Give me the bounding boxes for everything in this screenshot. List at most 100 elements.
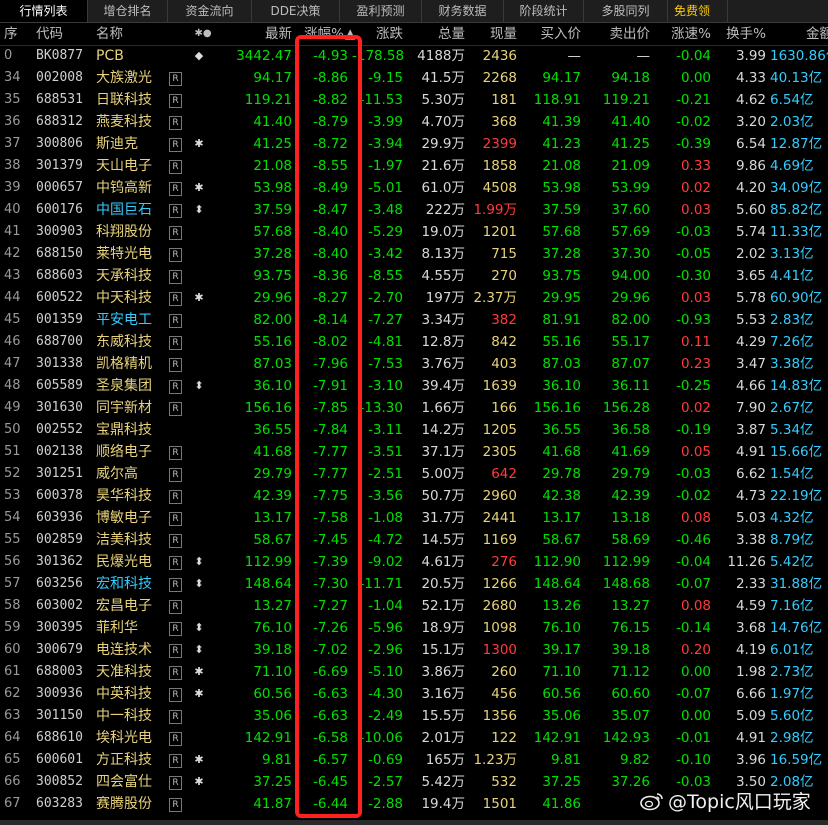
- table-row[interactable]: 62 300936 中英科技 R ✱ 60.56 -6.63 -4.30 3.16万 456 60.…: [0, 683, 828, 705]
- margin-trading-badge: R: [169, 358, 182, 372]
- amount: 1.97亿: [770, 686, 814, 702]
- latest-price: 36.10: [253, 378, 292, 394]
- table-row[interactable]: 46 688700 东威科技 R 55.16 -8.02 -4.81 12.8万 842 55.1…: [0, 331, 828, 353]
- turnover-pct: 11.26: [727, 554, 766, 570]
- margin-trading-badge: R: [169, 710, 182, 724]
- amount: 8.79亿: [770, 532, 814, 548]
- tab-item[interactable]: 阶段统计: [504, 0, 584, 22]
- header-code[interactable]: 代码: [36, 23, 94, 45]
- table-row[interactable]: 60 300679 电连技术 R ⬍ 39.18 -7.02 -2.96 15.1万 1300 39…: [0, 639, 828, 661]
- table-row[interactable]: 53 600378 昊华科技 R 42.39 -7.75 -3.56 50.7万 2960 42.…: [0, 485, 828, 507]
- change-amount: -178.58: [352, 48, 405, 64]
- table-row[interactable]: 43 688603 天承科技 R 93.75 -8.36 -8.55 4.55万 270 93.7…: [0, 265, 828, 287]
- tab-item[interactable]: 财务数据: [422, 0, 504, 22]
- table-row[interactable]: 51 002138 顺络电子 R 41.68 -7.77 -3.51 37.1万 2305 41.…: [0, 441, 828, 463]
- header-index[interactable]: 序: [4, 23, 32, 45]
- header-price[interactable]: 最新: [210, 23, 292, 45]
- turnover-pct: 5.03: [735, 510, 766, 526]
- horizontal-scrollbar[interactable]: [0, 820, 828, 825]
- table-row[interactable]: 0 BK0877 PCB ◆ 3442.47 -4.93 -178.58 4188万 2436 —…: [0, 45, 828, 67]
- bid-price: 58.67: [542, 532, 581, 548]
- change-amount: -4.30: [368, 686, 403, 702]
- table-row[interactable]: 55 002859 洁美科技 R 58.67 -7.45 -4.72 14.5万 1169 58.…: [0, 529, 828, 551]
- header-volume[interactable]: 总量: [406, 23, 465, 45]
- change-pct: -8.40: [313, 246, 348, 262]
- total-volume: 1.66万: [421, 400, 465, 416]
- table-row[interactable]: 42 688150 莱特光电 R 37.28 -8.40 -3.42 8.13万 715 37.2…: [0, 243, 828, 265]
- bid-price: 156.16: [533, 400, 581, 416]
- table-row[interactable]: 37 300806 斯迪克 R ✱ 41.25 -8.72 -3.94 29.9万 2399 41.…: [0, 133, 828, 155]
- table-row[interactable]: 39 000657 中钨高新 R ✱ 53.98 -8.49 -5.01 61.0万 4508 53…: [0, 177, 828, 199]
- header-change[interactable]: 涨跌: [352, 23, 403, 45]
- table-row[interactable]: 34 002008 大族激光 R 94.17 -8.86 -9.15 41.5万 2268 94.…: [0, 67, 828, 89]
- row-mark: [192, 705, 206, 727]
- total-volume: 197万: [425, 290, 465, 306]
- table-row[interactable]: 57 603256 宏和科技 R ⬍ 148.64 -7.30 -11.71 20.5万 1266…: [0, 573, 828, 595]
- current-volume: 1300: [482, 642, 517, 658]
- turnover-pct: 2.02: [735, 246, 766, 262]
- row-mark: [192, 155, 206, 177]
- tab-item[interactable]: DDE决策: [252, 0, 340, 22]
- table-row[interactable]: 45 001359 平安电工 R 82.00 -8.14 -7.27 3.34万 382 81.9…: [0, 309, 828, 331]
- margin-trading-badge: R: [169, 94, 182, 108]
- header-change-pct[interactable]: 涨幅%: [300, 23, 344, 45]
- table-row[interactable]: 65 600601 方正科技 R ✱ 9.81 -6.57 -0.69 165万 1.23万 9.8…: [0, 749, 828, 771]
- margin-trading-badge: R: [169, 314, 182, 328]
- header-bid[interactable]: 买入价: [520, 23, 582, 45]
- table-row[interactable]: 36 688312 燕麦科技 R 41.40 -8.79 -3.99 4.70万 368 41.3…: [0, 111, 828, 133]
- margin-trading-badge: R: [169, 270, 182, 284]
- tab-item[interactable]: 增仓排名: [88, 0, 168, 22]
- table-row[interactable]: 54 603936 博敏电子 R 13.17 -7.58 -1.08 31.7万 2441 13.…: [0, 507, 828, 529]
- tab-item[interactable]: 多股同列: [584, 0, 668, 22]
- tab-item[interactable]: 免费领: [668, 0, 728, 22]
- header-turnover[interactable]: 换手%: [714, 23, 766, 45]
- table-row[interactable]: 61 688003 天准科技 R ✱ 71.10 -6.69 -5.10 3.86万 260 71.…: [0, 661, 828, 683]
- table-row[interactable]: 59 300395 菲利华 R ⬍ 76.10 -7.26 -5.96 18.9万 1098 76.…: [0, 617, 828, 639]
- speed-pct: -0.05: [676, 246, 711, 262]
- table-row[interactable]: 47 301338 凯格精机 R 87.03 -7.96 -7.53 3.76万 403 87.0…: [0, 353, 828, 375]
- table-row[interactable]: 35 688531 日联科技 R 119.21 -8.82 -11.53 5.30万 181 11…: [0, 89, 828, 111]
- row-mark: [192, 507, 206, 529]
- latest-price: 82.00: [253, 312, 292, 328]
- tab-item[interactable]: 盈利预测: [340, 0, 422, 22]
- row-mark: [192, 353, 206, 375]
- table-row[interactable]: 58 603002 宏昌电子 R 13.27 -7.27 -1.04 52.1万 2680 13.…: [0, 595, 828, 617]
- margin-trading-badge: R: [169, 468, 182, 482]
- header-speed[interactable]: 涨速%: [655, 23, 711, 45]
- table-row[interactable]: 44 600522 中天科技 R ✱ 29.96 -8.27 -2.70 197万 2.37万 29…: [0, 287, 828, 309]
- row-index: 50: [4, 422, 21, 437]
- margin-trading-badge: R: [169, 248, 182, 262]
- tab-item[interactable]: 行情列表: [0, 0, 88, 22]
- change-pct: -6.57: [313, 752, 348, 768]
- latest-price: 55.16: [253, 334, 292, 350]
- margin-trading-badge: R: [169, 402, 182, 416]
- table-row[interactable]: 52 301251 威尔高 R 29.79 -7.77 -2.51 5.00万 642 29.78…: [0, 463, 828, 485]
- tab-item[interactable]: 资金流向: [168, 0, 252, 22]
- change-pct: -8.40: [313, 224, 348, 240]
- stock-code: 600378: [36, 488, 83, 503]
- current-volume: 1205: [482, 422, 517, 438]
- speed-pct: -0.01: [676, 730, 711, 746]
- stock-name: 天准科技: [96, 664, 152, 680]
- change-pct: -7.85: [313, 400, 348, 416]
- table-row[interactable]: 41 300903 科翔股份 R 57.68 -8.40 -5.29 19.0万 1201 57.…: [0, 221, 828, 243]
- table-row[interactable]: 49 301630 同宇新材 R 156.16 -7.85 -13.30 1.66万 166 15…: [0, 397, 828, 419]
- table-row[interactable]: 63 301150 中一科技 R 35.06 -6.63 -2.49 15.5万 1356 35.…: [0, 705, 828, 727]
- header-amount[interactable]: 金额: [806, 23, 828, 45]
- stock-name: 赛腾股份: [96, 796, 152, 812]
- row-index: 54: [4, 510, 21, 525]
- stock-code: 688531: [36, 92, 83, 107]
- turnover-pct: 6.54: [735, 136, 766, 152]
- speed-pct: 0.33: [680, 158, 711, 174]
- turnover-pct: 3.99: [735, 48, 766, 64]
- table-row[interactable]: 48 605589 圣泉集团 R ⬍ 36.10 -7.91 -3.10 39.4万 1639 36…: [0, 375, 828, 397]
- table-row[interactable]: 56 301362 民爆光电 R ⬍ 112.99 -7.39 -9.02 4.61万 276 11…: [0, 551, 828, 573]
- table-row[interactable]: 50 002552 宝鼎科技 36.55 -7.84 -3.11 14.2万 1205 36.5…: [0, 419, 828, 441]
- header-current-volume[interactable]: 现量: [470, 23, 517, 45]
- ask-price: 119.21: [602, 92, 650, 108]
- table-row[interactable]: 40 600176 中国巨石 R ⬍ 37.59 -8.47 -3.48 222万 1.99万 37…: [0, 199, 828, 221]
- header-ask[interactable]: 卖出价: [585, 23, 651, 45]
- table-row[interactable]: 64 688610 埃科光电 R 142.91 -6.58 -10.06 2.01万 122 14…: [0, 727, 828, 749]
- header-name[interactable]: 名称: [96, 23, 166, 45]
- table-row[interactable]: 38 301379 天山电子 R 21.08 -8.55 -1.97 21.6万 1858 21.…: [0, 155, 828, 177]
